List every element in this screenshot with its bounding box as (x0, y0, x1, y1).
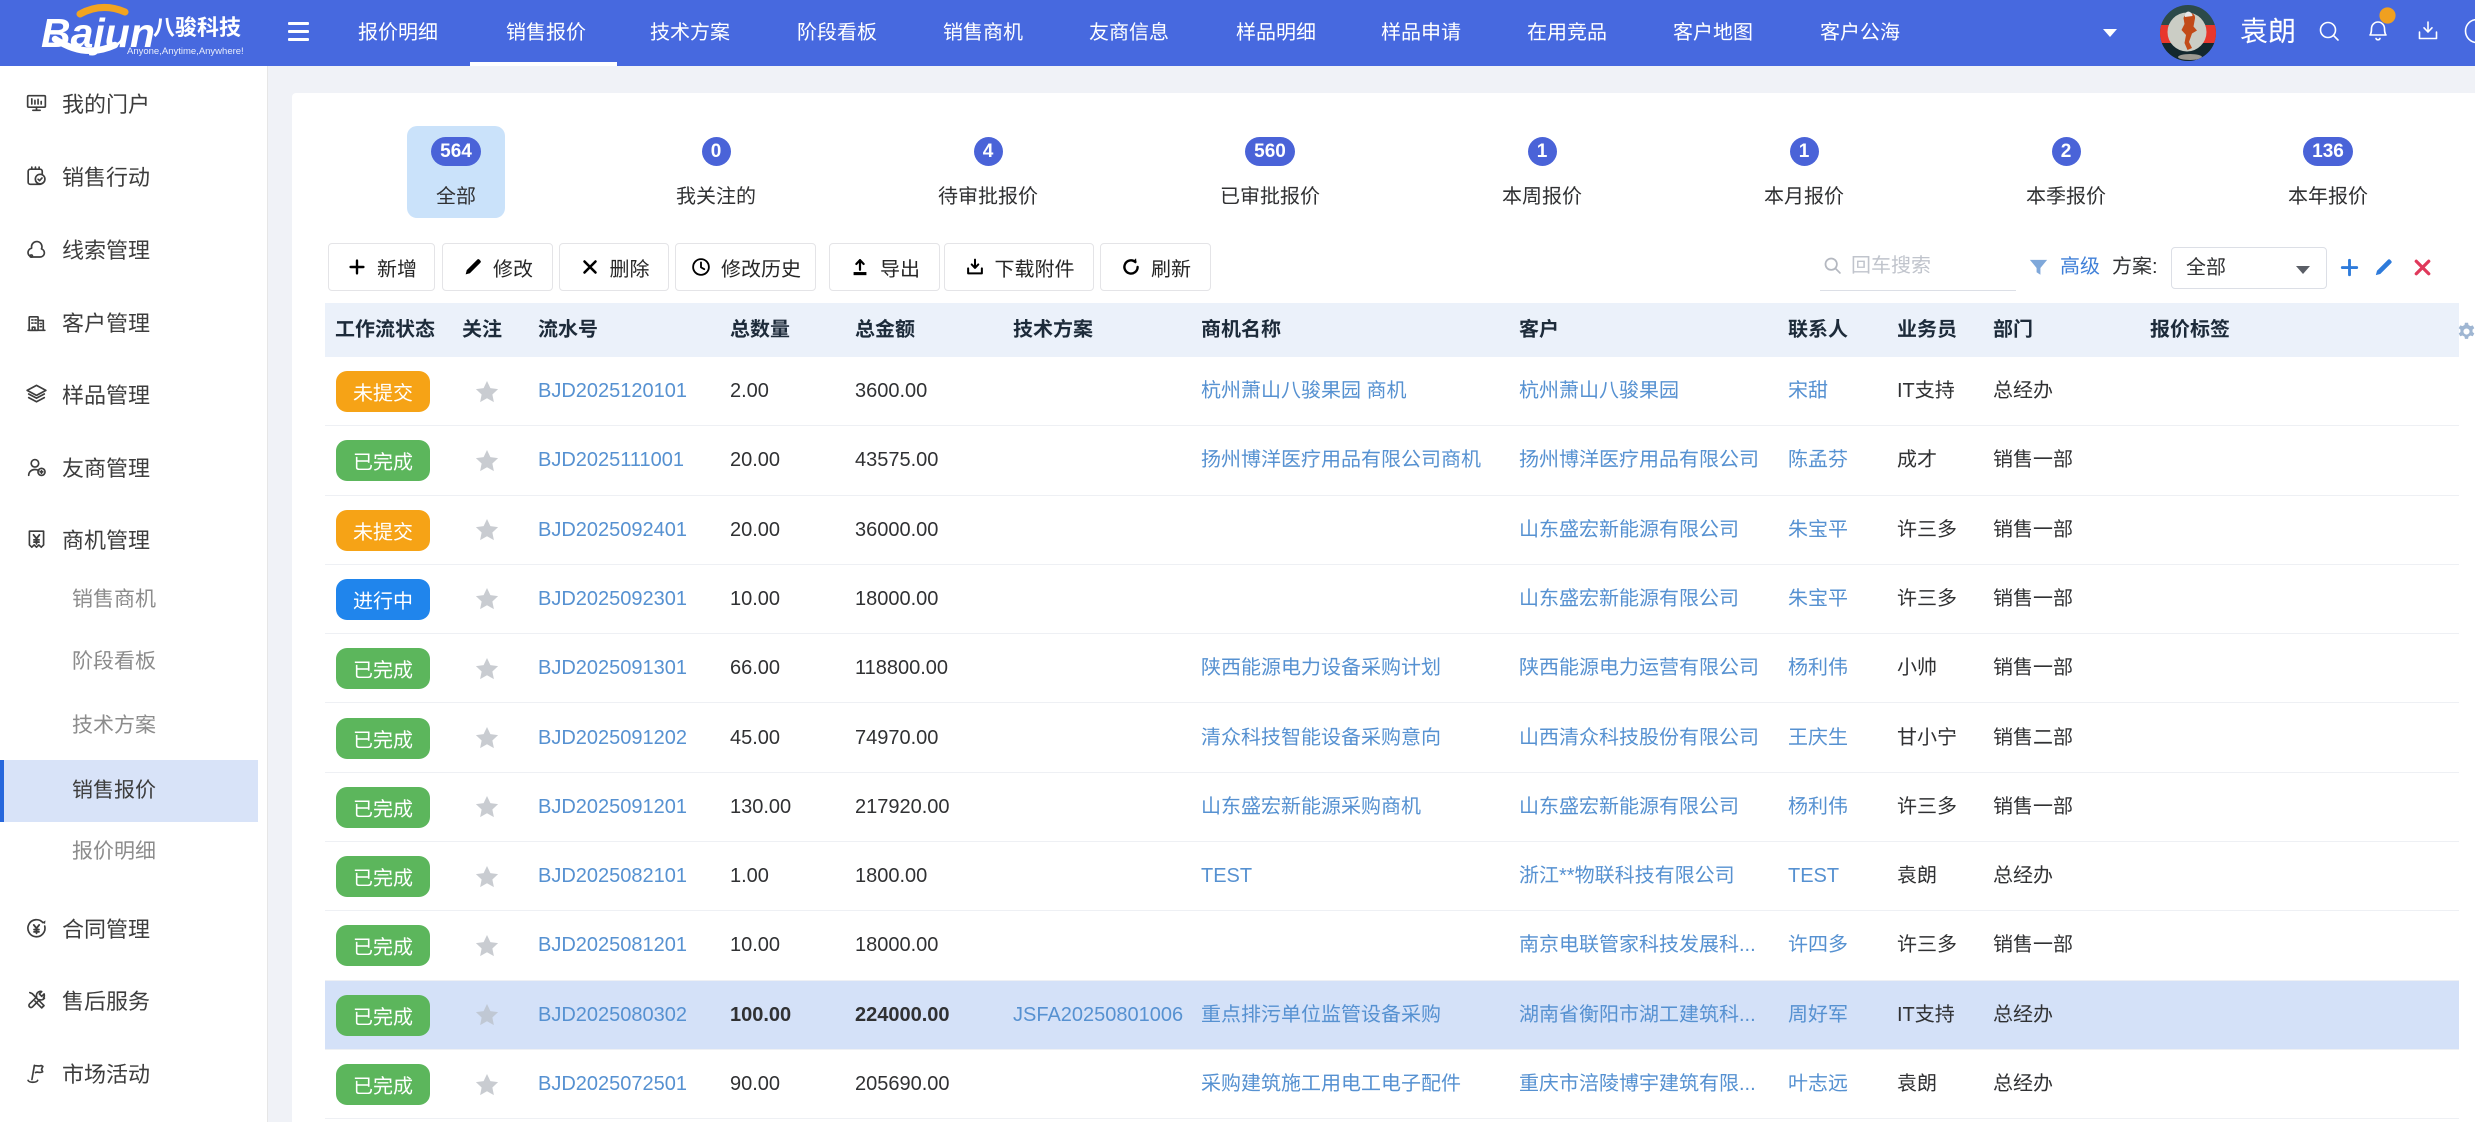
svg-text:八骏科技: 八骏科技 (153, 10, 241, 42)
svg-text:Anyone,Anytime,Anywhere!: Anyone,Anytime,Anywhere! (127, 46, 244, 57)
